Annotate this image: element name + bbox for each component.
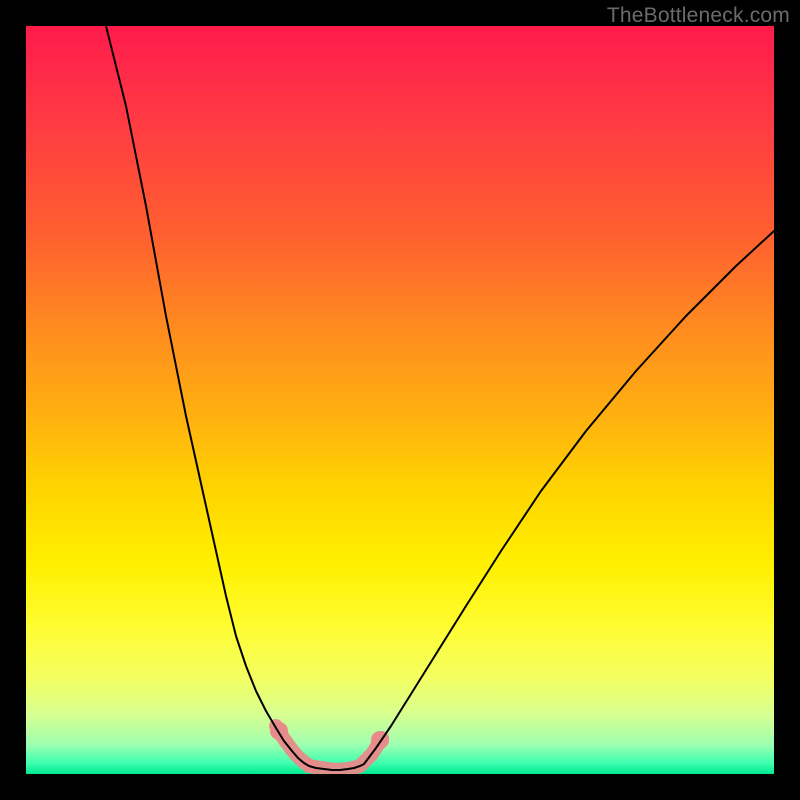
watermark-text: TheBottleneck.com bbox=[607, 4, 790, 28]
bottleneck-curve bbox=[106, 26, 774, 770]
plot-area bbox=[26, 26, 774, 774]
outer-frame: TheBottleneck.com bbox=[0, 0, 800, 800]
curve-overlay bbox=[26, 26, 774, 774]
